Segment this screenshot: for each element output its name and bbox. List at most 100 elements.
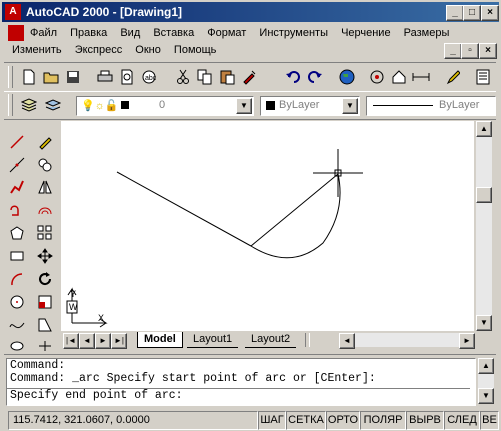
horizontal-scroll-track[interactable] xyxy=(355,333,459,347)
scroll-right-button[interactable]: ► xyxy=(459,333,475,349)
spline-icon[interactable] xyxy=(7,315,27,335)
print-icon[interactable] xyxy=(94,66,116,88)
tab-layout2[interactable]: Layout2 xyxy=(245,332,297,348)
match-properties-icon[interactable] xyxy=(238,66,260,88)
snap-toggle[interactable]: ШАГ xyxy=(258,411,286,430)
doc-restore-button[interactable]: ▫ xyxy=(461,43,479,59)
drawn-line[interactable] xyxy=(116,171,252,247)
menu-format[interactable]: Формат xyxy=(207,27,246,39)
color-combo[interactable]: ByLayer ▼ xyxy=(260,96,360,116)
spell-check-icon[interactable]: abc xyxy=(138,66,160,88)
drawing-area[interactable]: Y W X xyxy=(61,121,474,331)
menu-dimension[interactable]: Размеры xyxy=(404,27,450,39)
scale-icon[interactable] xyxy=(35,292,55,312)
vertical-scrollbar[interactable]: ▲ ▼ xyxy=(476,121,492,331)
rectangle-icon[interactable] xyxy=(7,246,27,266)
ortho-toggle[interactable]: ОРТО xyxy=(326,411,360,430)
scroll-down-button[interactable]: ▼ xyxy=(476,315,492,331)
layer-dropdown-arrow[interactable]: ▼ xyxy=(236,98,252,114)
tab-model[interactable]: Model xyxy=(137,332,183,348)
erase-icon[interactable] xyxy=(35,132,55,152)
ellipse-icon[interactable] xyxy=(7,336,27,356)
scroll-left-button[interactable]: ◄ xyxy=(339,333,355,349)
autocad-app-icon[interactable]: A xyxy=(5,4,21,20)
osnap-settings-icon[interactable] xyxy=(388,66,410,88)
circle-icon[interactable] xyxy=(7,292,27,312)
menu-express[interactable]: Экспресс xyxy=(75,44,123,56)
color-dropdown-arrow[interactable]: ▼ xyxy=(342,98,358,114)
toolbar-grip[interactable] xyxy=(8,66,13,88)
doc-close-button[interactable]: × xyxy=(479,43,497,59)
save-icon[interactable] xyxy=(62,66,84,88)
offset-icon[interactable] xyxy=(35,200,55,220)
menu-help[interactable]: Помощь xyxy=(174,44,217,56)
document-icon[interactable] xyxy=(8,25,24,41)
rotate-icon[interactable] xyxy=(35,269,55,289)
trim-icon[interactable] xyxy=(35,336,55,356)
osnap-toggle[interactable]: ВЫРВ xyxy=(406,411,444,430)
pencil-icon[interactable] xyxy=(442,66,464,88)
toolbar-grip[interactable] xyxy=(8,94,13,116)
coordinates-readout[interactable]: 115.7412, 321.0607, 0.0000 xyxy=(8,411,258,430)
open-folder-icon[interactable] xyxy=(40,66,62,88)
lwt-toggle[interactable]: ВЕ xyxy=(480,411,499,430)
cut-icon[interactable] xyxy=(172,66,194,88)
vertical-scroll-thumb[interactable] xyxy=(476,187,492,203)
next-tab-button[interactable]: ► xyxy=(95,333,111,349)
menu-tools[interactable]: Инструменты xyxy=(259,27,328,39)
command-prompt-line[interactable]: Specify end point of arc: xyxy=(7,389,183,402)
menu-view[interactable]: Вид xyxy=(120,27,140,39)
menu-edit[interactable]: Правка xyxy=(70,27,107,39)
command-window[interactable]: Command: Command: _arc Specify start poi… xyxy=(6,358,476,406)
paste-icon[interactable] xyxy=(216,66,238,88)
prev-tab-button[interactable]: ◄ xyxy=(79,333,95,349)
new-file-icon[interactable] xyxy=(18,66,40,88)
scroll-up-button[interactable]: ▲ xyxy=(476,121,492,137)
last-tab-button[interactable]: ►| xyxy=(111,333,127,349)
maximize-button[interactable]: □ xyxy=(463,5,481,21)
arc-icon[interactable] xyxy=(7,269,27,289)
mirror-icon[interactable] xyxy=(35,177,55,197)
move-icon[interactable] xyxy=(35,246,55,266)
polygon-icon[interactable] xyxy=(7,200,27,220)
layer-combo[interactable]: 💡☼🔓 0 ▼ xyxy=(76,96,254,116)
properties-icon[interactable] xyxy=(472,66,494,88)
drawn-second-line[interactable] xyxy=(250,173,339,247)
grid-toggle[interactable]: СЕТКА xyxy=(286,411,326,430)
array-icon[interactable] xyxy=(35,223,55,243)
otrack-toggle[interactable]: СЛЕД xyxy=(444,411,480,430)
menu-file[interactable]: Файл xyxy=(30,27,57,39)
menu-modify[interactable]: Изменить xyxy=(12,44,62,56)
command-scroll-down[interactable]: ▼ xyxy=(478,388,494,404)
menu-insert[interactable]: Вставка xyxy=(153,27,194,39)
menu-draw[interactable]: Черчение xyxy=(341,27,391,39)
globe-icon[interactable] xyxy=(336,66,358,88)
print-preview-icon[interactable] xyxy=(116,66,138,88)
tab-layout1[interactable]: Layout1 xyxy=(187,332,239,348)
undo-icon[interactable] xyxy=(282,66,304,88)
stretch-icon[interactable] xyxy=(35,315,55,335)
layer-manager-icon[interactable] xyxy=(18,94,40,116)
command-scroll-up[interactable]: ▲ xyxy=(478,358,494,374)
tab-splitter[interactable] xyxy=(305,333,310,347)
copy-object-icon[interactable] xyxy=(35,155,55,175)
title-bar[interactable]: A AutoCAD 2000 - [Drawing1] _ □ × xyxy=(2,2,499,22)
polyline-icon[interactable] xyxy=(7,177,27,197)
polar-toggle[interactable]: ПОЛЯР xyxy=(360,411,406,430)
copy-icon[interactable] xyxy=(194,66,216,88)
doc-minimize-button[interactable]: _ xyxy=(444,43,462,59)
close-button[interactable]: × xyxy=(481,5,499,21)
line-tool-icon[interactable] xyxy=(7,132,27,152)
first-tab-button[interactable]: |◄ xyxy=(63,333,79,349)
linetype-combo[interactable]: ByLayer xyxy=(366,96,496,116)
redo-icon[interactable] xyxy=(304,66,326,88)
pentagon-icon[interactable] xyxy=(7,223,27,243)
make-object-layer-current-icon[interactable] xyxy=(42,94,64,116)
distance-icon[interactable] xyxy=(410,66,432,88)
menu-window[interactable]: Окно xyxy=(135,44,161,56)
construction-line-icon[interactable] xyxy=(7,155,27,175)
minimize-button[interactable]: _ xyxy=(446,5,464,21)
drawn-arc[interactable] xyxy=(250,173,341,259)
object-snap-icon[interactable] xyxy=(366,66,388,88)
command-scrollbar[interactable]: ▲ ▼ xyxy=(478,358,494,404)
